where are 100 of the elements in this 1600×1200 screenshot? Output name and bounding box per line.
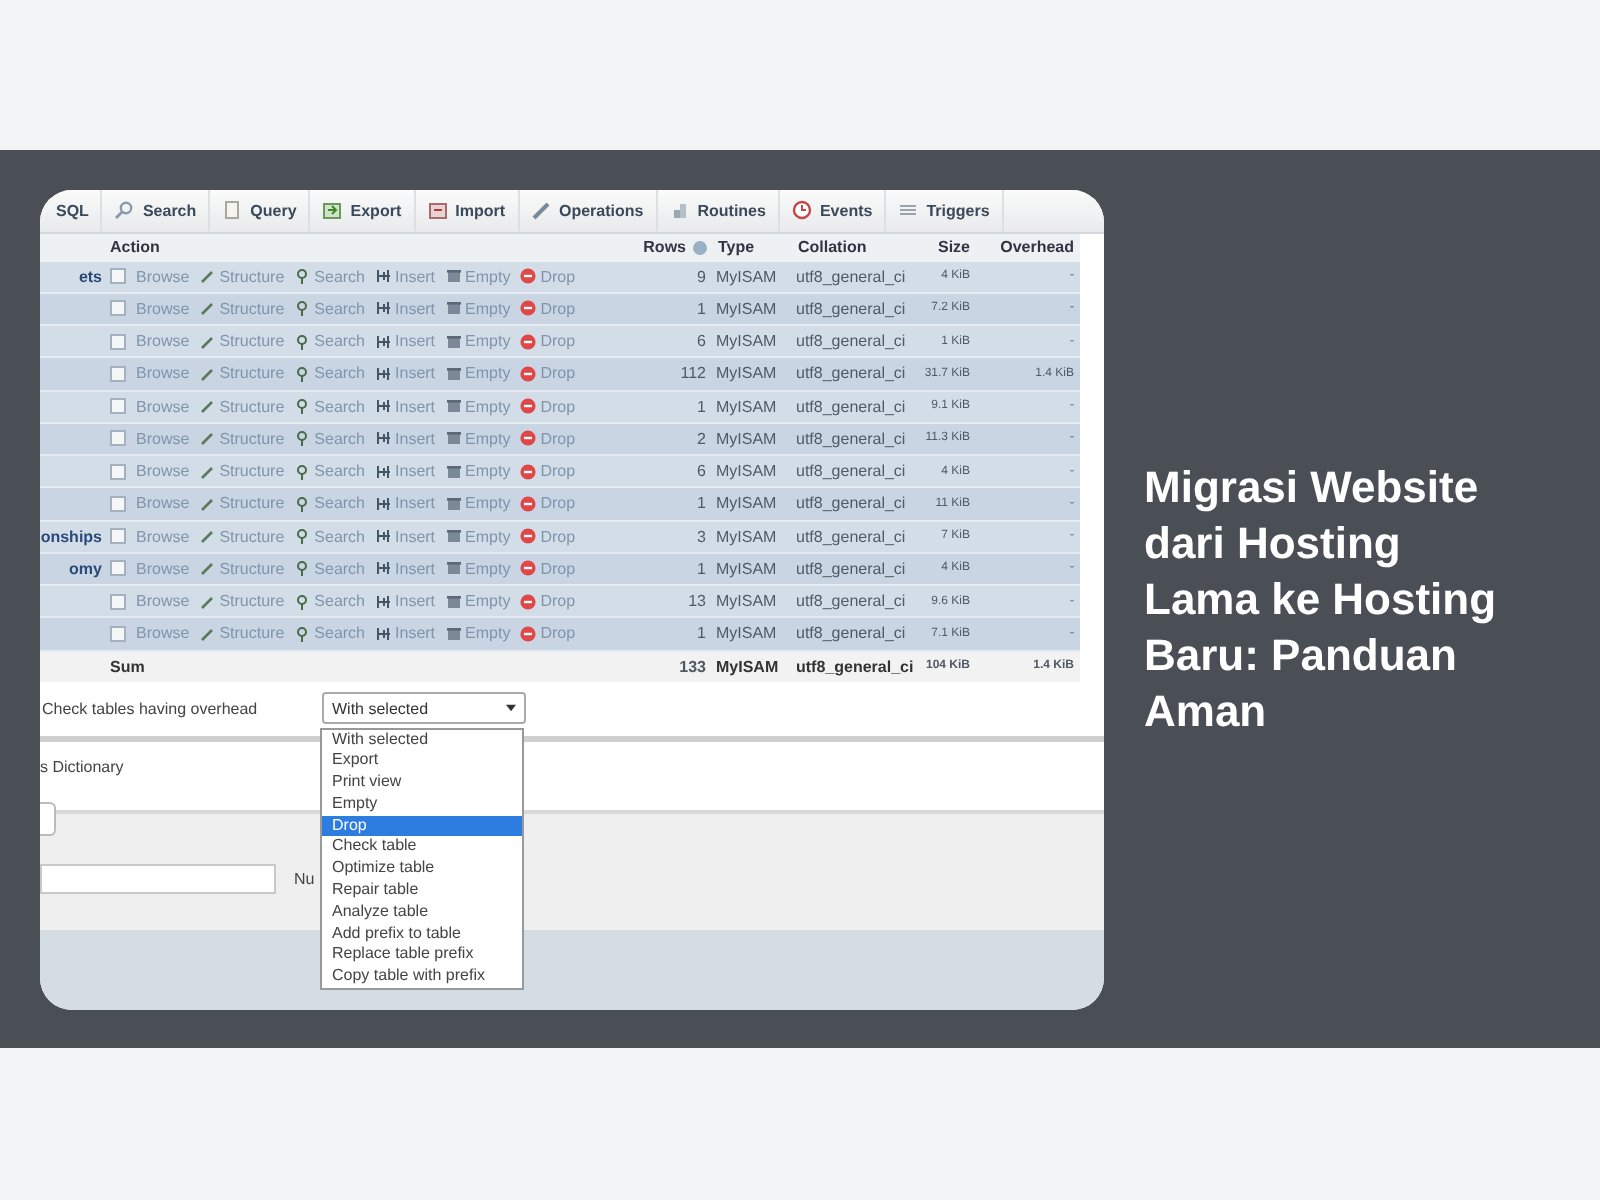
action-link[interactable]: Browse	[136, 364, 190, 383]
action-link[interactable]: Insert	[395, 624, 436, 643]
check-overhead-link[interactable]: Check tables having overhead	[40, 699, 322, 717]
action-link[interactable]: Drop	[540, 332, 576, 351]
action-link[interactable]: Search	[314, 559, 366, 578]
dropdown-option[interactable]: Analyze table	[322, 901, 522, 924]
action-link[interactable]: Browse	[136, 267, 190, 286]
tab[interactable]: Query	[210, 189, 311, 231]
tab[interactable]: Operations	[519, 189, 658, 231]
action-link[interactable]: Search	[314, 462, 366, 481]
action-link[interactable]: Drop	[540, 494, 576, 513]
action-link[interactable]: Search	[314, 267, 366, 286]
action-link[interactable]: Structure	[219, 332, 285, 351]
checkbox[interactable]	[110, 593, 126, 610]
action-link[interactable]: Drop	[540, 624, 576, 643]
checkbox[interactable]	[110, 495, 126, 512]
action-link[interactable]: Insert	[395, 397, 436, 416]
button[interactable]	[40, 801, 56, 835]
action-link[interactable]: Structure	[219, 429, 285, 448]
action-link[interactable]: Drop	[540, 559, 576, 578]
checkbox[interactable]	[110, 268, 126, 285]
action-link[interactable]: Structure	[219, 364, 285, 383]
dropdown-option[interactable]: Print view	[322, 772, 522, 794]
action-link[interactable]: Structure	[219, 559, 285, 578]
action-link[interactable]: Structure	[219, 462, 285, 481]
action-link[interactable]: Empty	[465, 299, 511, 318]
action-link[interactable]: Browse	[136, 527, 190, 546]
checkbox[interactable]	[110, 398, 126, 415]
action-link[interactable]: Drop	[540, 299, 576, 318]
table-name[interactable]: onships	[40, 527, 102, 546]
action-link[interactable]: Structure	[219, 494, 285, 513]
action-link[interactable]: Insert	[395, 494, 436, 513]
action-link[interactable]: Empty	[465, 364, 511, 383]
action-link[interactable]: Search	[314, 299, 366, 318]
action-link[interactable]: Drop	[540, 267, 576, 286]
tab[interactable]: Events	[779, 189, 887, 231]
action-link[interactable]: Browse	[136, 592, 190, 611]
action-link[interactable]: Search	[314, 429, 366, 448]
action-link[interactable]: Insert	[395, 527, 436, 546]
action-link[interactable]: Empty	[465, 429, 511, 448]
action-link[interactable]: Search	[314, 364, 366, 383]
action-link[interactable]: Search	[314, 592, 366, 611]
tab[interactable]: Routines	[657, 189, 780, 231]
dropdown-option[interactable]: Optimize table	[322, 858, 522, 881]
checkbox[interactable]	[110, 365, 126, 382]
action-link[interactable]: Insert	[395, 267, 436, 286]
action-link[interactable]: Browse	[136, 494, 190, 513]
action-link[interactable]: Empty	[465, 527, 511, 546]
action-link[interactable]: Empty	[465, 494, 511, 513]
dropdown-option[interactable]: Copy table with prefix	[322, 966, 522, 989]
dropdown-option[interactable]: Drop	[322, 815, 522, 837]
tab[interactable]: Search	[102, 189, 211, 231]
action-link[interactable]: Search	[314, 624, 366, 643]
dropdown-option[interactable]: Replace table prefix	[322, 944, 522, 967]
dropdown-option[interactable]: Empty	[322, 793, 522, 816]
table-name[interactable]: omy	[69, 559, 102, 578]
action-link[interactable]: Search	[314, 527, 366, 546]
input-field[interactable]	[40, 863, 276, 893]
action-link[interactable]: Empty	[465, 332, 511, 351]
help-icon[interactable]	[692, 239, 708, 255]
action-link[interactable]: Browse	[136, 429, 190, 448]
dropdown-option[interactable]: With selected	[322, 729, 522, 751]
action-link[interactable]: Insert	[395, 462, 436, 481]
action-link[interactable]: Search	[314, 397, 366, 416]
action-link[interactable]: Structure	[219, 299, 285, 318]
action-link[interactable]: Browse	[136, 332, 190, 351]
action-link[interactable]: Insert	[395, 364, 436, 383]
dropdown-option[interactable]: Add prefix to table	[322, 923, 522, 945]
action-link[interactable]: Drop	[540, 364, 576, 383]
action-link[interactable]: Browse	[136, 624, 190, 643]
checkbox[interactable]	[110, 300, 126, 317]
tab[interactable]: SQL	[44, 189, 103, 231]
action-link[interactable]: Drop	[540, 397, 576, 416]
action-link[interactable]: Empty	[465, 462, 511, 481]
tab[interactable]: Import	[415, 189, 519, 231]
checkbox[interactable]	[110, 560, 126, 577]
action-link[interactable]: Drop	[540, 429, 576, 448]
action-link[interactable]: Structure	[219, 267, 285, 286]
action-link[interactable]: Drop	[540, 527, 576, 546]
action-link[interactable]: Empty	[465, 624, 511, 643]
dropdown-option[interactable]: Export	[322, 750, 522, 773]
table-name[interactable]: ets	[78, 267, 102, 286]
action-link[interactable]: Search	[314, 332, 366, 351]
action-link[interactable]: Search	[314, 494, 366, 513]
checkbox[interactable]	[110, 463, 126, 480]
checkbox[interactable]	[110, 625, 126, 642]
action-link[interactable]: Insert	[395, 299, 436, 318]
action-link[interactable]: Browse	[136, 559, 190, 578]
action-link[interactable]: Structure	[219, 397, 285, 416]
dropdown-option[interactable]: Check table	[322, 836, 522, 859]
action-link[interactable]: Insert	[395, 429, 436, 448]
action-link[interactable]: Browse	[136, 299, 190, 318]
action-link[interactable]: Insert	[395, 559, 436, 578]
action-link[interactable]: Structure	[219, 592, 285, 611]
action-link[interactable]: Drop	[540, 592, 576, 611]
checkbox[interactable]	[110, 333, 126, 350]
checkbox[interactable]	[110, 430, 126, 447]
action-link[interactable]: Structure	[219, 527, 285, 546]
tab[interactable]: Triggers	[886, 189, 1004, 231]
action-link[interactable]: Browse	[136, 462, 190, 481]
